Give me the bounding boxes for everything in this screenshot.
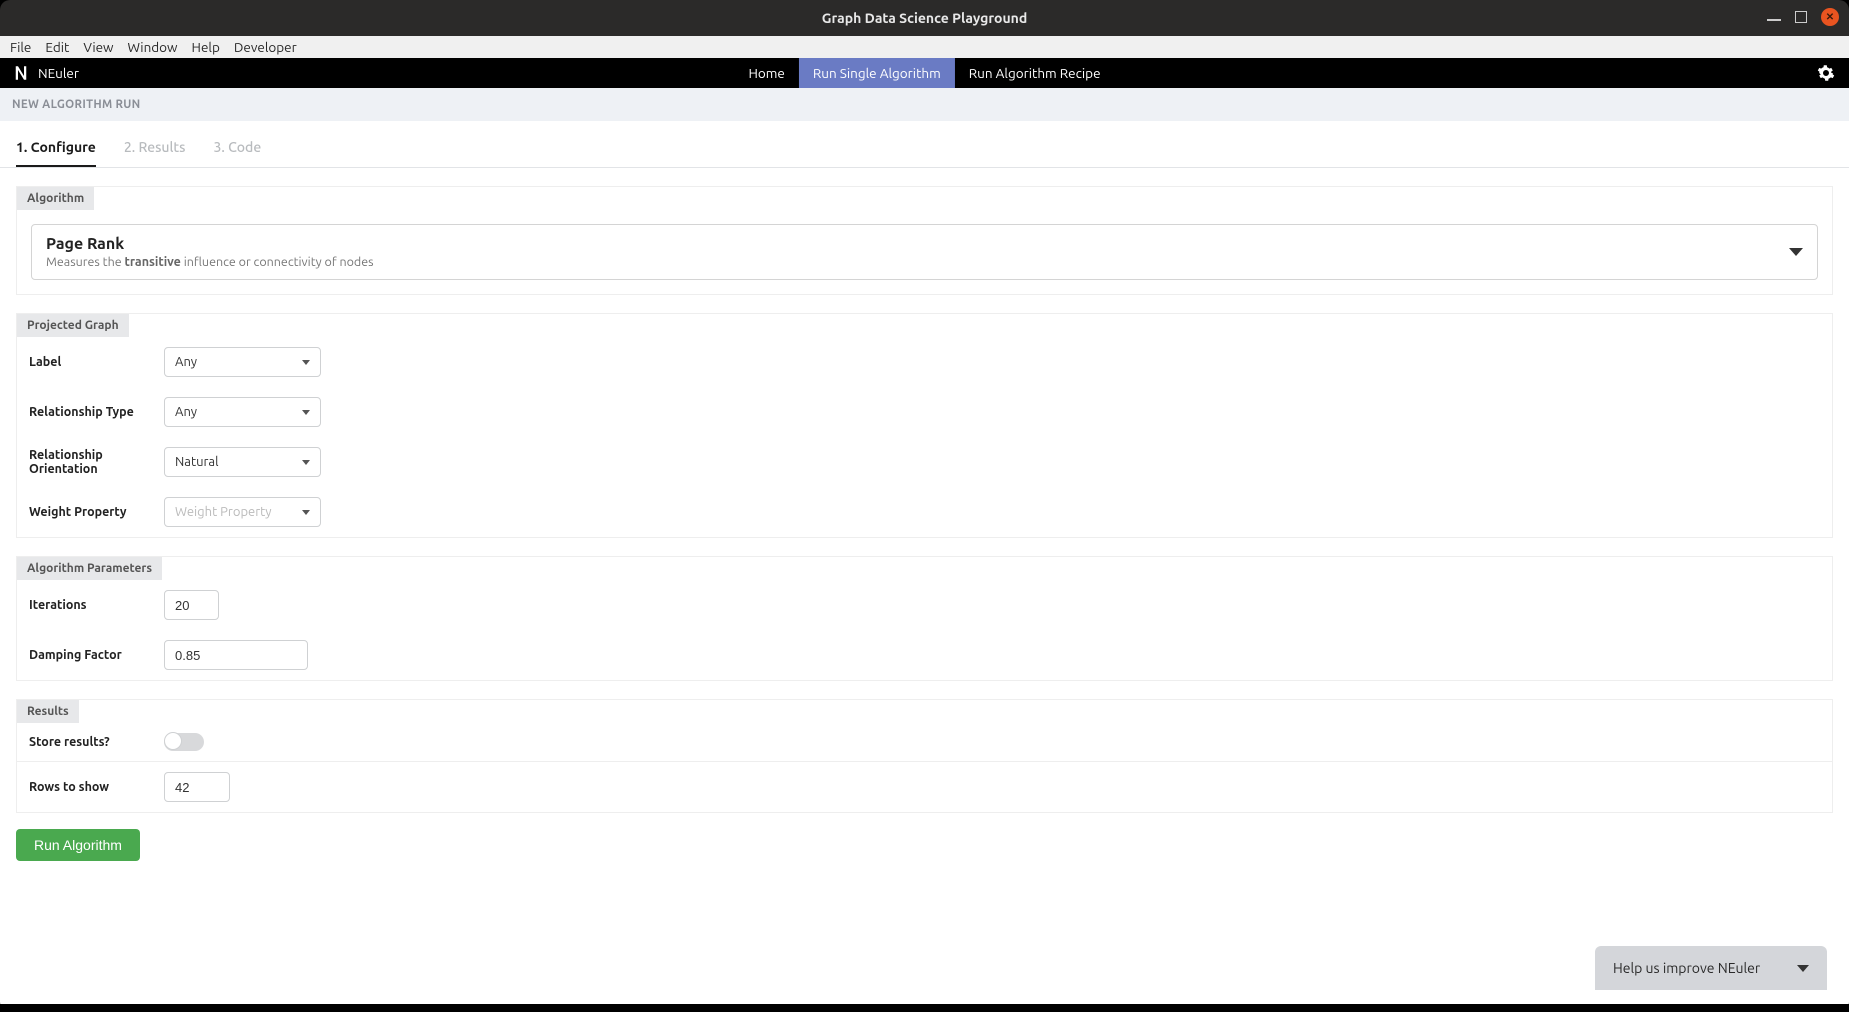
caret-down-icon (302, 410, 310, 415)
damping-factor-input[interactable] (164, 640, 308, 670)
window-titlebar: Graph Data Science Playground (0, 0, 1849, 36)
nav-run-algorithm-recipe[interactable]: Run Algorithm Recipe (955, 58, 1115, 88)
app-nav-center: Home Run Single Algorithm Run Algorithm … (734, 58, 1114, 88)
algorithm-description: Measures the transitive influence or con… (46, 255, 374, 269)
section-results: Results Store results? Rows to show (16, 699, 1833, 813)
weight-property-placeholder: Weight Property (175, 505, 272, 519)
neuler-logo-icon (12, 64, 30, 82)
relationship-orientation-label: Relationship Orientation (29, 448, 164, 476)
menu-view[interactable]: View (83, 39, 113, 55)
label-dropdown[interactable]: Any (164, 347, 321, 377)
nav-run-single-algorithm[interactable]: Run Single Algorithm (799, 58, 955, 88)
relationship-type-value: Any (175, 405, 197, 419)
app-brand-label: NEuler (38, 65, 79, 81)
iterations-label: Iterations (29, 598, 164, 612)
menu-help[interactable]: Help (192, 39, 220, 55)
app-brand[interactable]: NEuler (0, 64, 79, 82)
menu-developer[interactable]: Developer (234, 39, 297, 55)
rows-to-show-label: Rows to show (29, 780, 164, 794)
tab-configure[interactable]: 1. Configure (16, 139, 96, 167)
section-algorithm-parameters-header: Algorithm Parameters (17, 557, 162, 580)
section-algorithm: Algorithm Page Rank Measures the transit… (16, 186, 1833, 295)
content-area: NEW ALGORITHM RUN 1. Configure 2. Result… (0, 88, 1849, 1004)
menu-edit[interactable]: Edit (45, 39, 69, 55)
rows-to-show-input[interactable] (164, 772, 230, 802)
step-tabs: 1. Configure 2. Results 3. Code (0, 121, 1849, 168)
label-dropdown-value: Any (175, 355, 197, 369)
caret-down-icon (302, 360, 310, 365)
menu-file[interactable]: File (10, 39, 31, 55)
menubar: File Edit View Window Help Developer (0, 36, 1849, 58)
section-projected-graph: Projected Graph Label Any Relationship T… (16, 313, 1833, 538)
nav-home[interactable]: Home (734, 58, 798, 88)
relationship-orientation-dropdown[interactable]: Natural (164, 447, 321, 477)
relationship-type-label: Relationship Type (29, 405, 164, 419)
weight-property-label: Weight Property (29, 505, 164, 519)
close-icon[interactable] (1821, 8, 1839, 26)
section-algorithm-header: Algorithm (17, 187, 94, 210)
tab-code[interactable]: 3. Code (214, 139, 262, 167)
store-results-label: Store results? (29, 735, 164, 749)
relationship-orientation-value: Natural (175, 455, 219, 469)
window-controls (1767, 8, 1839, 26)
store-results-toggle[interactable] (164, 733, 204, 751)
weight-property-dropdown[interactable]: Weight Property (164, 497, 321, 527)
caret-down-icon (302, 460, 310, 465)
relationship-type-dropdown[interactable]: Any (164, 397, 321, 427)
section-results-header: Results (17, 700, 79, 723)
settings-button[interactable] (1817, 64, 1835, 85)
feedback-tray[interactable]: Help us improve NEuler (1595, 946, 1827, 990)
minimize-icon[interactable] (1767, 19, 1781, 21)
section-projected-graph-header: Projected Graph (17, 314, 129, 337)
damping-factor-label: Damping Factor (29, 648, 164, 662)
tab-results[interactable]: 2. Results (124, 139, 186, 167)
chevron-down-icon (1797, 965, 1809, 972)
run-algorithm-button[interactable]: Run Algorithm (16, 829, 140, 861)
algorithm-name: Page Rank (46, 235, 374, 253)
iterations-input[interactable] (164, 590, 219, 620)
new-run-banner: NEW ALGORITHM RUN (0, 88, 1849, 121)
section-algorithm-parameters: Algorithm Parameters Iterations Damping … (16, 556, 1833, 681)
algorithm-selector[interactable]: Page Rank Measures the transitive influe… (31, 224, 1818, 280)
menu-window[interactable]: Window (128, 39, 178, 55)
toggle-knob (164, 732, 182, 750)
chevron-down-icon (1789, 248, 1803, 256)
caret-down-icon (302, 510, 310, 515)
maximize-icon[interactable] (1795, 11, 1807, 23)
window-title: Graph Data Science Playground (822, 10, 1027, 26)
feedback-label: Help us improve NEuler (1613, 960, 1760, 976)
label-label: Label (29, 355, 164, 369)
gear-icon (1817, 64, 1835, 82)
app-navbar: NEuler Home Run Single Algorithm Run Alg… (0, 58, 1849, 88)
